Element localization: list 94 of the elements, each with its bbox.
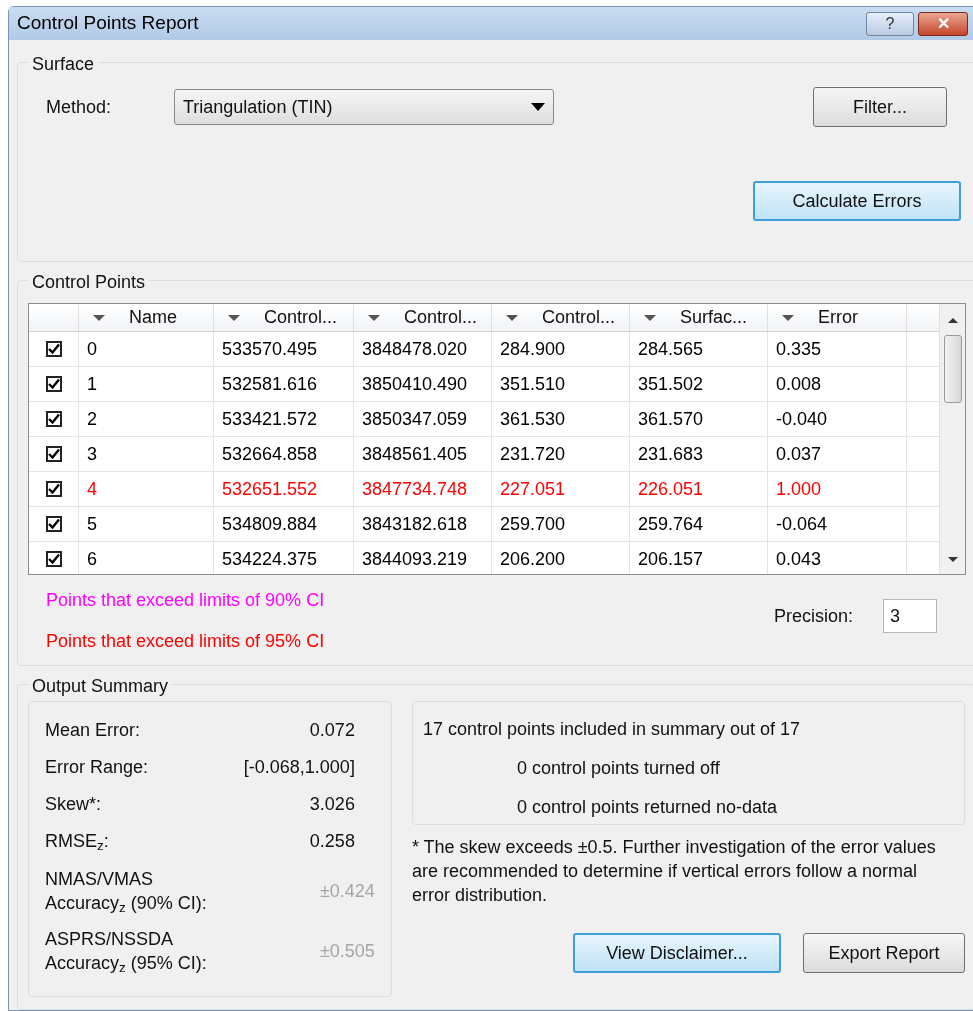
table-cell: 3850347.059: [354, 402, 492, 436]
scroll-thumb[interactable]: [943, 335, 962, 403]
table-cell: 227.051: [492, 472, 630, 506]
table-cell: 0: [79, 332, 214, 366]
table-cell: 259.764: [630, 507, 768, 541]
checkbox[interactable]: [45, 551, 62, 567]
table-cell: 532651.552: [214, 472, 354, 506]
table-cell: 3: [79, 437, 214, 471]
scroll-up-icon: [947, 318, 958, 323]
table-cell: 3848561.405: [354, 437, 492, 471]
info-text: 17 control points included in summary out of 17: [422, 718, 802, 741]
table-cell: 4: [79, 472, 214, 506]
export-report-button[interactable]: Export Report: [803, 933, 965, 973]
table-cell: 533570.495: [214, 332, 354, 366]
column-header[interactable]: Surfac...: [630, 304, 768, 331]
table-cell: 284.900: [492, 332, 630, 366]
help-button[interactable]: ?: [866, 11, 914, 36]
stat-value: [-0.068,1.000]: [243, 756, 355, 779]
sort-arrow-icon: [368, 314, 380, 321]
checkbox[interactable]: [45, 376, 62, 392]
column-header[interactable]: Control...: [214, 304, 354, 331]
stat-value: ±0.424: [319, 879, 375, 903]
checkbox[interactable]: [45, 411, 62, 427]
legend-text: Points that exceed limits of 95% CI: [46, 630, 325, 653]
method-label: Method:: [46, 95, 113, 119]
sort-arrow-icon: [782, 314, 794, 321]
scroll-down-icon: [947, 557, 958, 562]
table-cell: 351.502: [630, 367, 768, 401]
table-cell: 5: [79, 507, 214, 541]
precision-label: Precision:: [773, 604, 853, 628]
stat-value: 0.072: [309, 719, 355, 742]
scrollbar[interactable]: [939, 304, 965, 574]
table-cell: 0.043: [768, 542, 907, 574]
table-cell: 231.720: [492, 437, 630, 471]
sort-arrow-icon: [644, 314, 656, 321]
table-cell: 206.200: [492, 542, 630, 574]
table-cell: 3848478.020: [354, 332, 492, 366]
column-header[interactable]: Control...: [492, 304, 630, 331]
table-cell: 0.037: [768, 437, 907, 471]
table-cell: 0.008: [768, 367, 907, 401]
table-cell: 3847734.748: [354, 472, 492, 506]
table-cell: 259.700: [492, 507, 630, 541]
table-cell: 361.530: [492, 402, 630, 436]
table-cell: 351.510: [492, 367, 630, 401]
table-cell: 361.570: [630, 402, 768, 436]
table-cell: 3844093.219: [354, 542, 492, 574]
stat-label: NMAS/VMAS Accuracy$_{z}$ (90% CI):: [45, 868, 208, 915]
table-cell: 231.683: [630, 437, 768, 471]
info-text: 0 control points returned no-data: [515, 796, 779, 819]
checkbox[interactable]: [45, 516, 62, 532]
stat-label: Error Range:: [45, 756, 149, 779]
window-title: Control Points Report: [17, 11, 199, 36]
table-cell: 226.051: [630, 472, 768, 506]
table-cell: 532581.616: [214, 367, 354, 401]
precision-field[interactable]: 3: [883, 599, 937, 633]
column-header[interactable]: Error: [768, 304, 907, 331]
table-cell: 2: [79, 402, 214, 436]
checkbox[interactable]: [45, 341, 62, 357]
dropdown-arrow-icon: [531, 103, 545, 111]
table-cell: -0.064: [768, 507, 907, 541]
column-header[interactable]: Control...: [354, 304, 492, 331]
stat-label: RMSE$_{z}$:: [45, 830, 109, 855]
calculate-errors-button[interactable]: Calculate Errors: [753, 181, 961, 221]
stat-label: Mean Error:: [45, 719, 141, 742]
method-dropdown[interactable]: Triangulation (TIN): [174, 89, 554, 125]
column-header[interactable]: Name: [79, 304, 214, 331]
table-cell: 534809.884: [214, 507, 354, 541]
table-cell: 3843182.618: [354, 507, 492, 541]
stat-value: 3.026: [309, 793, 355, 816]
sort-arrow-icon: [228, 314, 240, 321]
stat-value: 0.258: [309, 830, 355, 853]
filter-button[interactable]: Filter...: [813, 87, 947, 127]
table-cell: 206.157: [630, 542, 768, 574]
table-cell: 534224.375: [214, 542, 354, 574]
table-cell: 6: [79, 542, 214, 574]
table-cell: 0.335: [768, 332, 907, 366]
sort-arrow-icon: [93, 314, 105, 321]
checkbox[interactable]: [45, 481, 62, 497]
table-cell: 3850410.490: [354, 367, 492, 401]
stat-value: ±0.505: [319, 939, 375, 963]
info-text: 0 control points turned off: [515, 757, 721, 780]
stat-label: Skew*:: [45, 793, 102, 816]
table-cell: 533421.572: [214, 402, 354, 436]
table-cell: 1.000: [768, 472, 907, 506]
table-cell: 1: [79, 367, 214, 401]
checkbox[interactable]: [45, 446, 62, 462]
view-disclaimer-button[interactable]: View Disclaimer...: [573, 933, 781, 973]
table-cell: 284.565: [630, 332, 768, 366]
table-cell: 532664.858: [214, 437, 354, 471]
skew-note: * The skew exceeds ±0.5. Further investigation of the error values are recommended to determine if vertical errors follow a normal error distribution.: [411, 836, 937, 907]
legend-text: Points that exceed limits of 90% CI: [46, 589, 325, 612]
sort-arrow-icon: [506, 314, 518, 321]
table-cell: -0.040: [768, 402, 907, 436]
stat-label: ASPRS/NSSDA Accuracy$_{z}$ (95% CI):: [45, 928, 208, 975]
